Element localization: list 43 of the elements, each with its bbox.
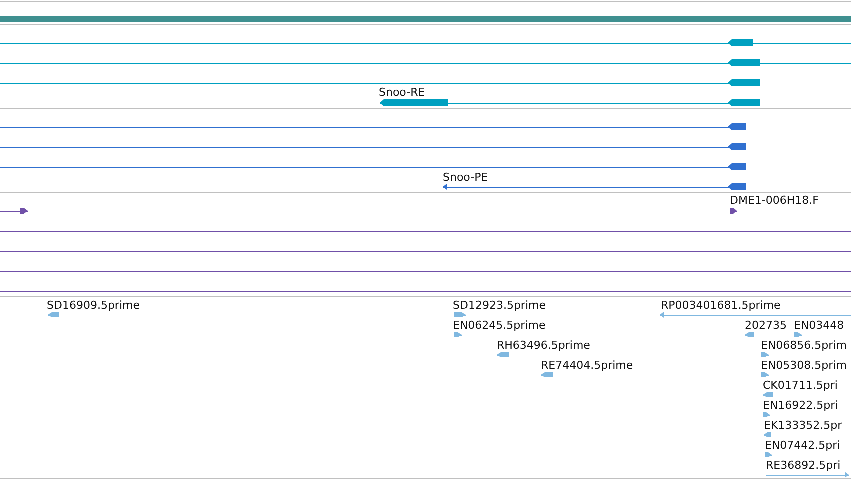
- protein-glyph[interactable]: [0, 124, 746, 130]
- est-glyph[interactable]: [762, 392, 774, 398]
- est-glyph[interactable]: [496, 352, 510, 358]
- clone-glyph[interactable]: [730, 208, 738, 214]
- est-glyph[interactable]: [454, 312, 466, 318]
- est-glyph[interactable]: [454, 332, 462, 338]
- feature-label: EN06245.5prime: [453, 319, 546, 332]
- feature-label: 202735: [745, 319, 787, 332]
- feature-label: EK133352.5pr: [764, 419, 842, 432]
- est-glyph[interactable]: [760, 372, 770, 378]
- feature-label: EN07442.5pri: [765, 439, 840, 452]
- feature-label: RE36892.5pri: [766, 459, 841, 472]
- transcript-glyph[interactable]: [0, 40, 851, 46]
- feature-label: EN03448: [794, 319, 844, 332]
- est-glyph[interactable]: [766, 472, 850, 478]
- feature-label: EN06856.5prim: [761, 339, 847, 352]
- est-glyph[interactable]: [540, 372, 554, 378]
- feature-label: SD16909.5prime: [47, 299, 140, 312]
- feature-label: RH63496.5prime: [497, 339, 590, 352]
- est-glyph[interactable]: [794, 332, 802, 338]
- est-glyph[interactable]: [760, 352, 770, 358]
- feature-label: EN16922.5pri: [763, 399, 838, 412]
- est-glyph[interactable]: [762, 412, 770, 418]
- protein-glyph[interactable]: [442, 184, 746, 190]
- protein-glyph[interactable]: [0, 164, 746, 170]
- feature-label: DME1-006H18.F: [730, 194, 819, 207]
- est-glyph[interactable]: [48, 312, 60, 318]
- transcript-glyph[interactable]: [380, 100, 760, 106]
- feature-label: CK01711.5pri: [763, 379, 838, 392]
- est-glyph[interactable]: [744, 332, 754, 338]
- feature-label: RE74404.5prime: [541, 359, 634, 372]
- transcript-glyph[interactable]: [0, 80, 760, 86]
- feature-label: EN05308.5prim: [761, 359, 847, 372]
- est-glyph[interactable]: [660, 312, 851, 318]
- feature-label: Snoo-PE: [443, 171, 488, 184]
- feature-label: Snoo-RE: [379, 86, 426, 99]
- est-glyph[interactable]: [764, 432, 772, 438]
- protein-glyph[interactable]: [0, 144, 746, 150]
- clone-glyph[interactable]: [0, 208, 28, 214]
- feature-label: RP003401681.5prime: [661, 299, 781, 312]
- feature-label: SD12923.5prime: [453, 299, 546, 312]
- transcript-glyph[interactable]: [0, 60, 851, 66]
- est-glyph[interactable]: [764, 452, 772, 458]
